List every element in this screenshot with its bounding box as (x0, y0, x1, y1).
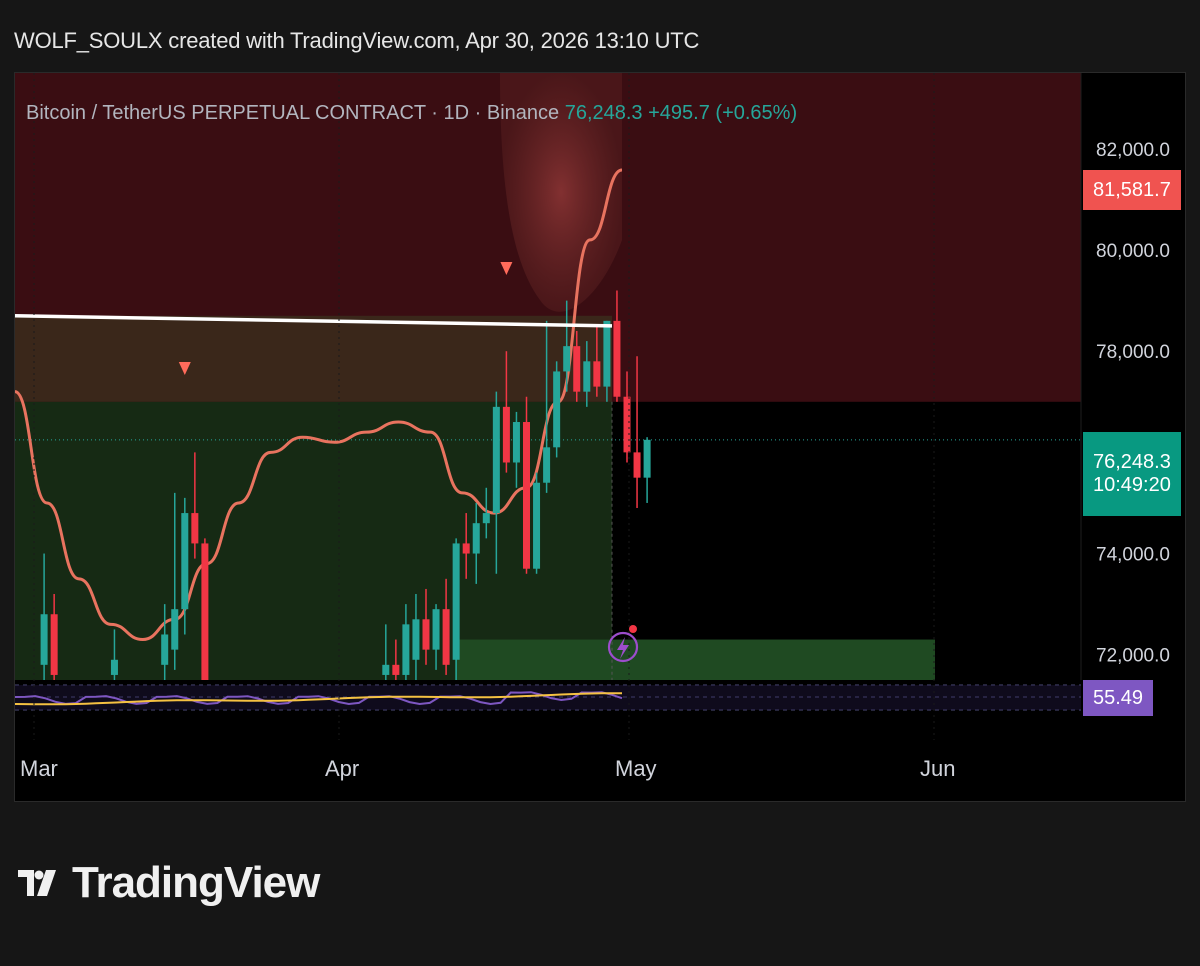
candle-body[interactable] (613, 320, 621, 397)
price-chart[interactable]: 82,000.080,000.078,000.076,000.074,000.0… (0, 0, 1200, 966)
candle-body[interactable] (171, 609, 179, 650)
candle-body[interactable] (422, 619, 430, 650)
support-zone (455, 639, 935, 680)
candle-body[interactable] (643, 439, 651, 478)
candle-body[interactable] (563, 346, 571, 372)
last-price-tag-value: 76,248.3 (1093, 451, 1171, 473)
candle-body[interactable] (40, 614, 48, 665)
candle-body[interactable] (201, 543, 209, 680)
y-axis-tick-label: 72,000.0 (1096, 646, 1170, 667)
candle-body[interactable] (533, 482, 541, 569)
candle-body[interactable] (462, 543, 470, 554)
candle-body[interactable] (603, 320, 611, 387)
support-zone-left (15, 401, 612, 680)
candle-body[interactable] (432, 609, 440, 650)
last-price-tag: 76,248.3 10:49:20 (1083, 432, 1181, 516)
y-axis-tick-label: 80,000.0 (1096, 241, 1170, 262)
candle-body[interactable] (553, 371, 561, 448)
x-axis-tick-label: Jun (920, 756, 955, 781)
y-axis-tick-label: 82,000.0 (1096, 140, 1170, 161)
candle-body[interactable] (623, 396, 631, 453)
candle-body[interactable] (512, 422, 520, 463)
candle-body[interactable] (543, 447, 551, 483)
candle-body[interactable] (452, 543, 460, 660)
upper-line-price-tag: 81,581.7 (1083, 170, 1181, 210)
candle-body[interactable] (573, 346, 581, 392)
x-axis-tick-label: May (615, 756, 657, 781)
candle-body[interactable] (412, 619, 420, 660)
overlap-zone (15, 315, 612, 402)
candle-body[interactable] (593, 361, 601, 387)
oscillator-value: 55.49 (1093, 686, 1144, 709)
x-axis-tick-label: Apr (325, 756, 359, 781)
bar-countdown: 10:49:20 (1093, 474, 1171, 496)
candle-body[interactable] (502, 406, 510, 463)
candle-body[interactable] (442, 609, 450, 665)
candle-body[interactable] (583, 361, 591, 392)
tradingview-logo-icon (18, 870, 56, 896)
symbol-name: Bitcoin / TetherUS PERPETUAL CONTRACT · … (26, 102, 560, 124)
candle-body[interactable] (492, 406, 500, 514)
tradingview-wordmark: TradingView (72, 858, 320, 907)
symbol-legend[interactable]: Bitcoin / TetherUS PERPETUAL CONTRACT · … (26, 102, 797, 125)
candle-body[interactable] (633, 452, 641, 478)
x-axis-tick-label: Mar (20, 756, 58, 781)
candle-body[interactable] (181, 513, 189, 610)
upper-line-value: 81,581.7 (1093, 178, 1171, 201)
candle-body[interactable] (110, 659, 118, 675)
candle-body[interactable] (161, 634, 169, 665)
candle-body[interactable] (402, 624, 410, 675)
candle-body[interactable] (392, 664, 400, 675)
candle-body[interactable] (472, 523, 480, 554)
price-change: +495.7 (+0.65%) (648, 102, 798, 124)
candle-body[interactable] (523, 422, 530, 569)
y-axis-tick-label: 74,000.0 (1096, 545, 1170, 566)
candle-body[interactable] (191, 513, 199, 544)
candle-body[interactable] (482, 513, 490, 524)
y-axis-tick-label: 78,000.0 (1096, 342, 1170, 363)
candle-body[interactable] (50, 614, 58, 675)
last-price: 76,248.3 (564, 102, 643, 124)
candle-body[interactable] (382, 664, 390, 675)
oscillator-tag: 55.49 (1083, 680, 1154, 716)
tradingview-brand[interactable]: TradingView (18, 858, 320, 908)
